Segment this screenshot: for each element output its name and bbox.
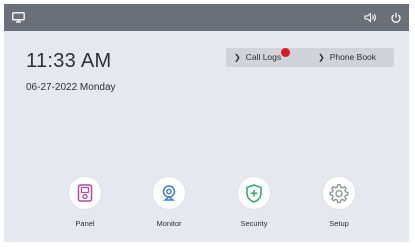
power-icon[interactable] <box>389 4 403 31</box>
app-monitor[interactable]: Monitor <box>134 177 204 228</box>
app-panel-label: Panel <box>75 219 95 228</box>
gear-icon <box>323 177 355 209</box>
phone-book-label: Phone Book <box>329 52 377 62</box>
shield-plus-icon <box>238 177 270 209</box>
clock-date: 06-27-2022 Monday <box>26 82 116 93</box>
app-monitor-label: Monitor <box>156 219 182 228</box>
call-logs-link[interactable]: ❯ Call Logs <box>234 48 281 67</box>
quick-links-bar: ❯ Call Logs ❯ Phone Book <box>226 48 394 67</box>
app-security-label: Security <box>240 219 268 228</box>
panel-icon <box>69 177 101 209</box>
chevron-right-icon: ❯ <box>318 53 325 62</box>
app-security[interactable]: Security <box>219 177 289 228</box>
display-icon[interactable] <box>10 4 26 31</box>
call-logs-label: Call Logs <box>245 52 282 62</box>
notification-dot <box>281 48 290 57</box>
status-bar <box>4 4 409 31</box>
phone-book-link[interactable]: ❯ Phone Book <box>318 48 376 67</box>
camera-icon <box>153 177 185 209</box>
home-screen: 11:33 AM 06-27-2022 Monday ❯ Call Logs ❯ P… <box>4 4 409 242</box>
app-setup[interactable]: Setup <box>304 177 374 228</box>
clock-time: 11:33 AM <box>26 50 112 72</box>
app-panel[interactable]: Panel <box>50 177 120 228</box>
volume-icon[interactable] <box>362 4 378 31</box>
chevron-right-icon: ❯ <box>234 53 241 62</box>
app-setup-label: Setup <box>329 219 349 228</box>
